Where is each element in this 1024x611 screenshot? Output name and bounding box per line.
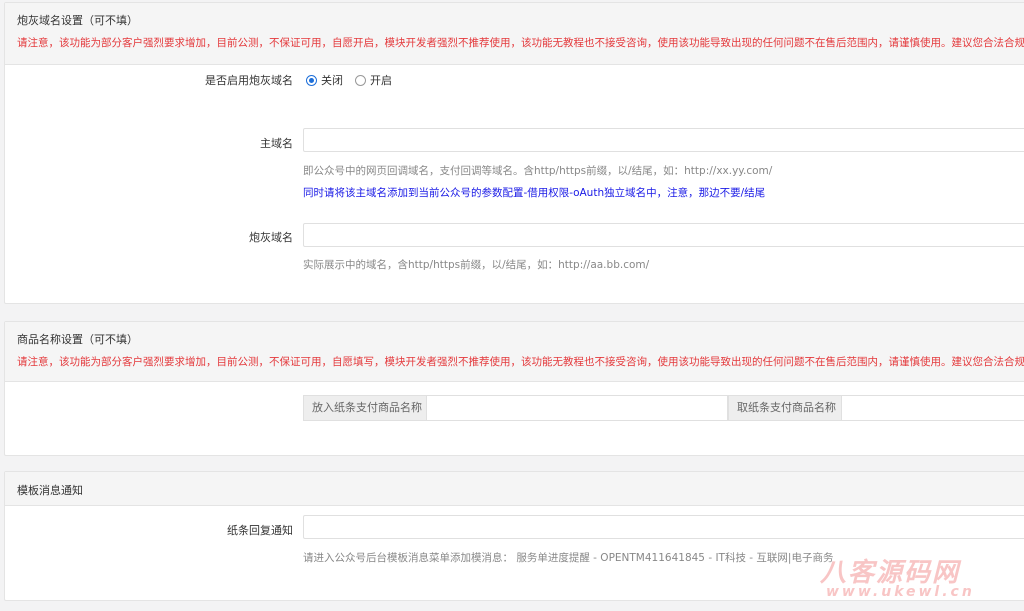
panel-cannon-domain: 炮灰域名设置（可不填） 请注意，该功能为部分客户强烈要求增加，目前公测，不保证可… bbox=[4, 2, 1024, 304]
panel-product-name: 商品名称设置（可不填） 请注意，该功能为部分客户强烈要求增加，目前公测，不保证可… bbox=[4, 321, 1024, 456]
main-domain-label: 主域名 bbox=[260, 137, 293, 150]
panel-header: 模板消息通知 bbox=[5, 472, 1024, 506]
warning-text: 请注意，该功能为部分客户强烈要求增加，目前公测，不保证可用，自愿开启，模块开发者… bbox=[17, 37, 1024, 49]
cannon-domain-help: 实际展示中的域名，含http/https前缀，以/结尾，如：http://aa.… bbox=[303, 259, 650, 271]
reply-notice-label: 纸条回复通知 bbox=[227, 524, 293, 537]
panel-header: 商品名称设置（可不填） 请注意，该功能为部分客户强烈要求增加，目前公测，不保证可… bbox=[5, 322, 1024, 382]
warning-text: 请注意，该功能为部分客户强烈要求增加，目前公测，不保证可用，自愿填写，模块开发者… bbox=[17, 356, 1024, 368]
panel-title: 模板消息通知 bbox=[17, 484, 83, 497]
cannon-domain-label: 炮灰域名 bbox=[249, 231, 293, 244]
take-product-name-input[interactable] bbox=[841, 395, 1024, 421]
watermark-url: www.ukewl.cn bbox=[826, 584, 975, 600]
main-domain-note: 同时请将该主域名添加到当前公众号的参数配置-借用权限-oAuth独立域名中，注意… bbox=[303, 187, 766, 199]
cannon-domain-input[interactable] bbox=[303, 223, 1024, 247]
enable-cannon-label: 是否启用炮灰域名 bbox=[205, 74, 293, 87]
radio-off-label: 关闭 bbox=[321, 74, 343, 87]
main-domain-help: 即公众号中的网页回调域名，支付回调等域名。含http/https前缀，以/结尾，… bbox=[303, 165, 773, 177]
put-product-name-input[interactable] bbox=[426, 395, 728, 421]
panel-title: 商品名称设置（可不填） bbox=[17, 333, 138, 346]
main-domain-input[interactable] bbox=[303, 128, 1024, 152]
radio-on-label: 开启 bbox=[370, 74, 392, 87]
radio-on-indicator[interactable] bbox=[355, 74, 366, 86]
put-product-name-addon: 放入纸条支付商品名称 bbox=[303, 395, 431, 421]
radio-on[interactable]: 开启 bbox=[355, 72, 392, 88]
panel-header: 炮灰域名设置（可不填） 请注意，该功能为部分客户强烈要求增加，目前公测，不保证可… bbox=[5, 3, 1024, 65]
take-product-name-addon: 取纸条支付商品名称 bbox=[728, 395, 845, 421]
panel-title: 炮灰域名设置（可不填） bbox=[17, 14, 138, 27]
reply-notice-input[interactable] bbox=[303, 515, 1024, 539]
reply-notice-help: 请进入公众号后台模板消息菜单添加模消息： 服务单进度提醒 - OPENTM411… bbox=[303, 552, 834, 564]
enable-radio-group: 关闭 开启 bbox=[306, 72, 392, 88]
radio-off-indicator[interactable] bbox=[306, 74, 317, 86]
radio-off[interactable]: 关闭 bbox=[306, 72, 343, 88]
